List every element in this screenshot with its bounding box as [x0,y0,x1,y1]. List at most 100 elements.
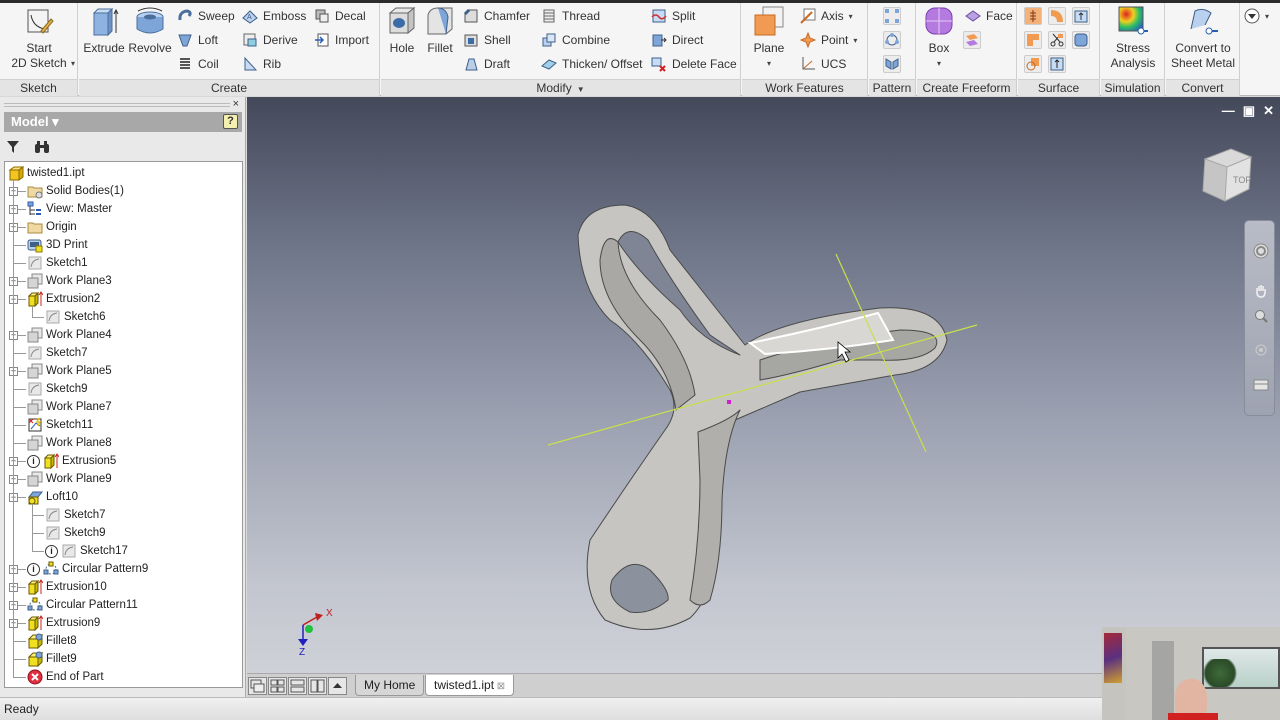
tree-node[interactable]: Work Plane5 [27,362,112,380]
help-icon[interactable]: ? [223,114,238,129]
surface-sculpt-button[interactable] [1048,7,1066,25]
draft-button[interactable]: Draft [463,54,510,74]
tree-node[interactable]: i Sketch17 [45,542,128,560]
tile-horizontal-button[interactable] [288,677,307,695]
shell-button[interactable]: Shell [463,30,511,50]
tree-node[interactable]: Extrusion10 [27,578,107,596]
import-button[interactable]: Import [314,30,369,50]
chamfer-button[interactable]: Chamfer [463,6,530,26]
freeform-convert-button[interactable] [963,31,981,49]
tree-connector [32,515,44,516]
decal-button[interactable]: Decal [314,6,366,26]
mirror-button[interactable] [883,55,901,73]
tree-node[interactable]: Circular Pattern11 [27,596,138,614]
tree-node[interactable]: Work Plane4 [27,326,112,344]
tree-node[interactable]: Extrusion2 [27,290,100,308]
derive-button[interactable]: Derive [242,30,298,50]
tile-horizontal-icon [290,679,305,693]
browser-grip[interactable] [4,103,230,107]
cascade-windows-button[interactable] [248,677,267,695]
tree-node[interactable]: Sketch6 [45,308,106,326]
tree-node[interactable]: Work Plane7 [27,398,112,416]
delete-face-button[interactable]: Delete Face [651,54,737,74]
surface-repair-button[interactable] [1048,55,1066,73]
stress-analysis-button[interactable]: Stress Analysis [1103,5,1163,71]
tree-node[interactable]: End of Part [27,668,104,686]
part-model[interactable] [247,97,1280,673]
start-2d-sketch-button[interactable]: Start 2D Sketch [6,5,72,71]
thread-button[interactable]: Thread [541,6,600,26]
tree-node[interactable]: Work Plane8 [27,434,112,452]
browser-close-button[interactable]: × [233,98,239,110]
panel-simulation: Stress Analysis Simulation [1101,3,1165,96]
combine-button[interactable]: Combine [541,30,610,50]
filter-icon[interactable] [6,140,20,154]
close-tab-icon[interactable]: ⊠ [494,681,505,692]
webcam-poster [1104,633,1122,683]
sweep-button[interactable]: Sweep [177,6,235,26]
tile-windows-button[interactable] [268,677,287,695]
open-documents-button[interactable] [328,677,347,695]
hole-button[interactable]: Hole [384,5,420,56]
axis-button[interactable]: Axis ▾ [800,6,853,26]
tree-node[interactable]: Extrusion9 [27,614,100,632]
loft-button[interactable]: Loft [177,30,218,50]
tree-node[interactable]: Loft10 [27,488,78,506]
tree-node[interactable]: Origin [27,218,77,236]
surface-cut-button[interactable] [1048,31,1066,49]
rectangular-pattern-icon [885,9,899,23]
plane-button[interactable]: Plane ▾ [748,5,790,71]
surface-patch-button[interactable] [1072,7,1090,25]
graphics-viewport[interactable]: — ▣ ✕ TOP X Z [247,97,1280,673]
convert-to-sheet-metal-button[interactable]: Convert to Sheet Metal [1168,5,1238,71]
tree-node[interactable]: Fillet9 [27,650,77,668]
ribbon-options-button[interactable]: ▾ [1244,8,1269,24]
model-browser-header[interactable]: Model ▾ ? [4,112,242,132]
revolve-button[interactable]: Revolve [128,5,172,56]
extrusion-icon [43,453,59,469]
tree-node[interactable]: View: Master [27,200,112,218]
panel-title-modify[interactable]: Modify ▼ [381,79,740,96]
circular-pattern-button[interactable] [883,31,901,49]
find-binoculars-icon[interactable] [34,140,50,154]
tree-node[interactable]: Sketch11 [27,416,93,434]
doc-tab[interactable]: My Home [355,675,425,696]
tree-node-label: Work Plane5 [46,365,112,377]
freeform-box-button[interactable]: Box ▾ [921,5,957,71]
tree-node[interactable]: Work Plane9 [27,470,112,488]
emboss-button[interactable]: A Emboss [242,6,306,26]
rib-button[interactable]: Rib [242,54,281,74]
tree-node[interactable]: i Extrusion5 [27,452,116,470]
tree-node[interactable]: Work Plane3 [27,272,112,290]
freeform-face-button[interactable]: Face [965,6,1013,26]
tree-node[interactable]: Sketch9 [45,524,106,542]
surface-trim-button[interactable] [1024,31,1042,49]
rectangular-pattern-button[interactable] [883,7,901,25]
tree-node[interactable]: i Circular Pattern9 [27,560,148,578]
sweep-icon [178,9,192,21]
surface-replace-button[interactable] [1072,31,1090,49]
surface-stitch-button[interactable] [1024,7,1042,25]
tree-node[interactable]: Solid Bodies(1) [27,182,124,200]
direct-button[interactable]: Direct [651,30,703,50]
extrude-button[interactable]: Extrude [82,5,126,56]
tree-node[interactable]: Sketch7 [45,506,106,524]
tree-node[interactable]: Sketch1 [27,254,88,272]
ucs-button[interactable]: UCS [800,54,846,74]
fillet-button[interactable]: Fillet [422,5,458,56]
tree-node[interactable]: 3D Print [27,236,88,254]
thicken-offset-button[interactable]: Thicken/ Offset [541,54,642,74]
patch-icon [1074,10,1088,23]
tree-node[interactable]: Fillet8 [27,632,77,650]
point-button[interactable]: Point ▾ [800,30,857,50]
tree-node[interactable]: Sketch7 [27,344,88,362]
tile-vertical-button[interactable] [308,677,327,695]
tree-node-label: Origin [46,221,77,233]
tree-node[interactable]: Sketch9 [27,380,88,398]
surface-extend-button[interactable] [1024,55,1042,73]
split-button[interactable]: Split [651,6,695,26]
doc-tab-active[interactable]: twisted1.ipt ⊠ [425,675,515,696]
start-sketch-dropdown-icon[interactable]: ▾ [71,59,75,68]
tree-node[interactable]: twisted1.ipt [8,164,85,182]
coil-button[interactable]: Coil [177,54,219,74]
